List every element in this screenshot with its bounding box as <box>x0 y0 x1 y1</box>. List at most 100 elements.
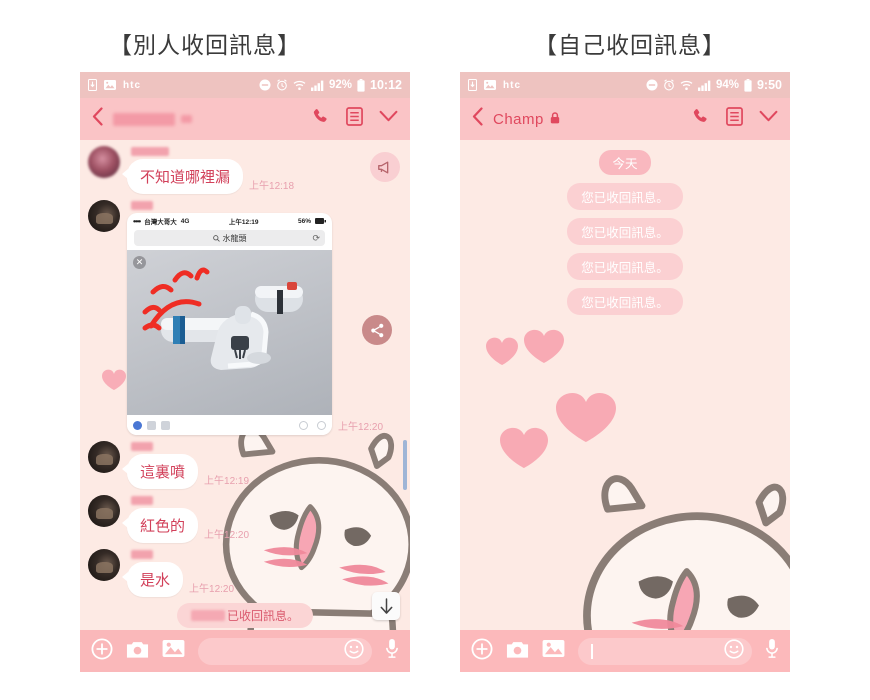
chevron-down-icon[interactable] <box>759 110 778 128</box>
gallery-icon[interactable] <box>542 639 565 663</box>
signal-icon <box>310 80 324 91</box>
microphone-icon[interactable] <box>765 638 779 664</box>
message-input[interactable] <box>198 637 372 665</box>
shot-search-query: 水龍頭 <box>222 233 247 243</box>
sender-name-redacted <box>131 147 169 156</box>
right-phone-screenshot: htc 94% 9:50 Champ 今天 您已收回訊息。 您已收回訊息。 您已… <box>460 72 790 672</box>
avatar[interactable] <box>88 495 120 527</box>
chat-title[interactable] <box>113 112 192 126</box>
left-panel-caption: 【別人收回訊息】 <box>109 33 301 59</box>
message-time: 上午12:20 <box>204 530 250 541</box>
avatar[interactable] <box>88 146 120 178</box>
chat-title-redacted <box>113 112 175 126</box>
back-icon[interactable] <box>92 107 103 131</box>
chevron-down-icon[interactable] <box>379 110 398 128</box>
smiley-icon[interactable] <box>724 638 744 664</box>
call-icon[interactable] <box>691 107 710 131</box>
share-icon[interactable] <box>362 315 392 345</box>
shot-search-bar[interactable]: 水龍頭 ⟳ <box>134 230 325 246</box>
message-time: 上午12:20 <box>338 422 384 433</box>
gallery-icon[interactable] <box>162 639 185 663</box>
clock-label: 9:50 <box>756 78 782 92</box>
smiley-icon[interactable] <box>344 638 364 664</box>
footer-blue-icon <box>133 420 142 430</box>
input-bar-right <box>460 630 790 672</box>
sender-name-redacted <box>131 550 153 559</box>
recalled-system-message: 您已收回訊息。 <box>567 218 683 245</box>
shot-clock: 上午12:19 <box>228 219 259 226</box>
download-icon <box>88 79 97 91</box>
message-row: 不知道哪裡漏 上午12:18 <box>88 146 402 194</box>
signal-dots: •••• <box>133 216 141 226</box>
carrier-label: htc <box>503 79 521 91</box>
faucet-photo: ✕ <box>127 250 332 415</box>
status-bar: htc 92% 10:12 <box>80 72 410 98</box>
avatar[interactable] <box>88 549 120 581</box>
plus-icon[interactable] <box>91 637 113 665</box>
recalled-message-notice: 已收回訊息。 <box>88 603 402 628</box>
shot-battery: 56% <box>297 217 311 225</box>
chat-body-right: 今天 您已收回訊息。 您已收回訊息。 您已收回訊息。 您已收回訊息。 <box>460 140 790 630</box>
chat-header <box>80 98 410 140</box>
camera-icon[interactable] <box>506 639 529 664</box>
chat-title[interactable]: Champ <box>493 111 560 128</box>
status-bar: htc 94% 9:50 <box>460 72 790 98</box>
message-row: 紅色的 上午12:20 <box>88 495 402 543</box>
day-divider: 今天 <box>599 150 651 175</box>
back-icon[interactable] <box>472 107 483 131</box>
avatar[interactable] <box>88 441 120 473</box>
message-input[interactable] <box>578 637 752 665</box>
search-icon <box>212 234 220 242</box>
avatar[interactable] <box>88 200 120 232</box>
call-icon[interactable] <box>311 107 330 131</box>
recalled-system-message: 您已收回訊息。 <box>567 288 683 315</box>
scrollbar-thumb[interactable] <box>403 440 407 490</box>
shared-screenshot-statusbar: •••• 台灣大哥大 4G 上午12:19 56% <box>127 213 332 227</box>
footer-circle-icon <box>299 420 308 430</box>
plus-icon[interactable] <box>471 637 493 665</box>
recalled-system-message: 您已收回訊息。 <box>567 183 683 210</box>
battery-percent: 92% <box>328 79 353 91</box>
sender-name-redacted <box>131 442 153 451</box>
wifi-icon <box>680 80 693 91</box>
shot-battery-icon <box>314 218 326 224</box>
microphone-icon[interactable] <box>385 638 399 664</box>
message-bubble[interactable]: 紅色的 <box>121 508 199 543</box>
menu-icon[interactable] <box>726 107 743 131</box>
message-list-left: 不知道哪裡漏 上午12:18 •••• 台灣大哥大 4G 上午12:19 56%… <box>80 140 410 628</box>
message-time: 上午12:20 <box>189 584 235 595</box>
message-row: 這裏噴 上午12:19 <box>88 441 402 489</box>
alarm-icon <box>663 79 675 91</box>
recalled-system-message: 您已收回訊息。 <box>567 253 683 280</box>
camera-icon[interactable] <box>126 639 149 664</box>
dnd-icon <box>646 79 658 91</box>
shared-screenshot-card[interactable]: •••• 台灣大哥大 4G 上午12:19 56% 水龍頭 ⟳ ✕ <box>127 213 332 435</box>
recalled-text: 已收回訊息。 <box>226 609 299 623</box>
footer-circle-icon <box>317 420 326 430</box>
arrow-down-icon[interactable] <box>372 592 400 620</box>
shot-footer-toolbar <box>127 415 332 435</box>
battery-percent: 94% <box>715 79 739 91</box>
recalled-sender-redacted <box>190 610 225 621</box>
alarm-icon <box>276 79 288 91</box>
lock-icon <box>550 111 560 128</box>
image-icon <box>104 80 116 90</box>
input-bar-left <box>80 630 410 672</box>
megaphone-icon[interactable] <box>370 152 400 182</box>
message-bubble[interactable]: 這裏噴 <box>121 454 199 489</box>
image-icon <box>484 80 496 90</box>
footer-icon <box>147 420 156 430</box>
sender-name-redacted <box>131 496 153 505</box>
footer-icon <box>161 420 170 430</box>
message-row: 是水 上午12:20 <box>88 549 402 597</box>
message-bubble[interactable]: 是水 <box>121 562 184 597</box>
wifi-icon <box>293 80 306 91</box>
chat-title-label: Champ <box>493 110 544 128</box>
menu-icon[interactable] <box>346 107 363 131</box>
text-caret <box>591 643 593 659</box>
battery-icon <box>744 78 752 92</box>
dnd-icon <box>259 79 271 91</box>
reload-icon[interactable]: ⟳ <box>312 233 320 244</box>
sender-name-redacted <box>131 201 153 210</box>
message-bubble[interactable]: 不知道哪裡漏 <box>121 159 244 194</box>
